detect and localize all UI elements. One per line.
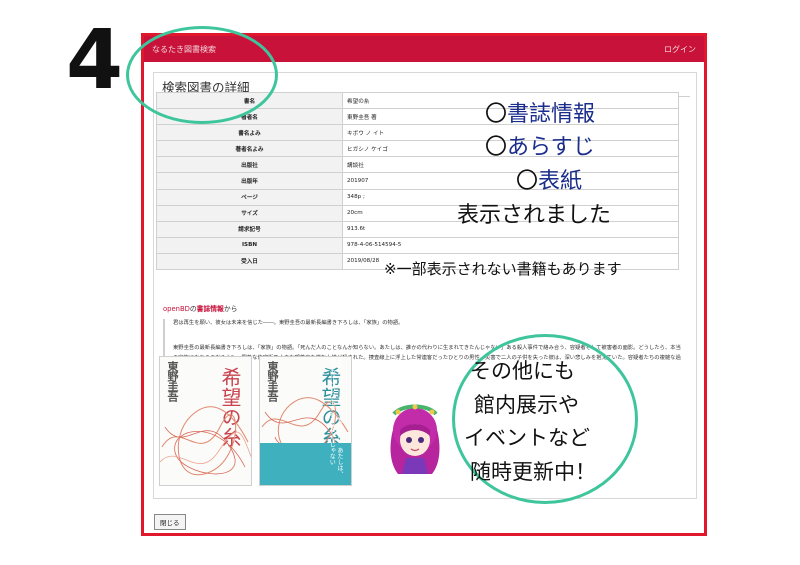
table-row: 書名よみ キボウ ノ イト <box>156 124 679 142</box>
field-label: 書名よみ <box>156 124 343 142</box>
openbd-source-line: openBDの書誌情報から <box>163 303 237 313</box>
annotation-text: 表紙 <box>538 169 583 194</box>
thread-illustration <box>160 406 251 476</box>
bubble-line: イベントなど <box>464 426 590 451</box>
field-label: 受入日 <box>156 252 343 271</box>
field-label: 出版社 <box>156 156 343 174</box>
bubble-line: その他にも <box>470 359 575 383</box>
annotation-item-3: 〇表紙 <box>516 163 582 195</box>
mascot-illustration <box>390 404 440 474</box>
highlight-circle <box>126 26 278 124</box>
annotation-marker: 〇 <box>485 102 508 127</box>
table-row: 出版年 201907 <box>156 172 679 190</box>
annotation-item-2: 〇あらすじ <box>485 129 595 161</box>
field-label: 請求記号 <box>156 220 343 238</box>
table-row: 出版社 講談社 <box>156 156 679 174</box>
annotation-text: あらすじ <box>507 135 595 160</box>
field-label: ISBN <box>156 236 343 254</box>
annotation-note: ※一部表示されない書籍もあります <box>384 260 622 278</box>
openbd-particle: の <box>189 305 197 313</box>
bubble-line: 随時更新中！ <box>470 459 596 484</box>
book-cover-image: 東野圭吾 希望の糸 <box>159 356 252 486</box>
annotation-marker: 〇 <box>485 135 508 160</box>
openbd-link[interactable]: 書誌情報 <box>197 305 224 313</box>
field-label: ページ <box>156 188 343 206</box>
openbd-suffix: から <box>223 305 238 313</box>
annotation-marker: 〇 <box>516 169 539 194</box>
step-number: 4 <box>66 13 124 108</box>
cover-band-text: 死んだ人のことなんか知らない。あたしは、誰かの代わりに生まれてきたんじゃない <box>328 357 343 477</box>
table-row: 著者名よみ ヒガシノ ケイゴ <box>156 140 679 158</box>
cover-author: 東野圭吾 <box>266 361 279 401</box>
field-label: 著者名よみ <box>156 140 343 158</box>
book-cover-image: 東野圭吾 希望の糸 死んだ人のことなんか知らない。あたしは、誰かの代わりに生まれ… <box>259 356 352 486</box>
bubble-line: 館内展示や <box>474 392 579 417</box>
synopsis-lead: 君は再生を願い、彼女は未来を信じた――。東野圭吾の最新長編書き下ろしは、「家族」… <box>173 320 404 326</box>
field-value: 201907 <box>342 172 679 190</box>
field-value: 978-4-06-514594-5 <box>342 236 679 254</box>
table-row: ISBN 978-4-06-514594-5 <box>156 236 679 254</box>
openbd-name: openBD <box>163 305 190 313</box>
annotation-item-1: 〇書誌情報 <box>485 96 595 128</box>
annotation-text: 書誌情報 <box>507 102 596 127</box>
field-label: 出版年 <box>156 172 343 190</box>
annotation-bubble: その他にも 館内展示や イベントなど 随時更新中！ <box>464 355 596 489</box>
close-button[interactable]: 閉じる <box>154 514 186 530</box>
login-link[interactable]: ログイン <box>664 44 696 55</box>
field-label: サイズ <box>156 204 343 222</box>
cover-author: 東野圭吾 <box>166 361 179 401</box>
annotation-summary: 表示されました <box>457 203 612 228</box>
